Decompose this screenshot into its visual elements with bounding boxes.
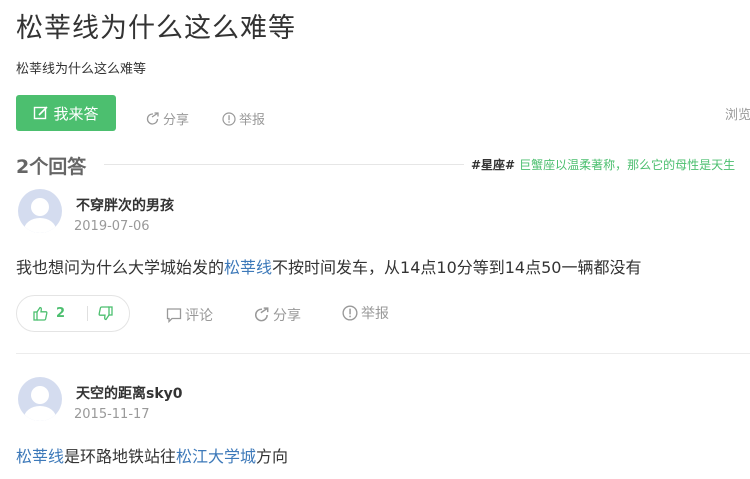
question-report-button[interactable]: 举报 bbox=[222, 109, 265, 128]
answer-date: 2019-07-06 bbox=[74, 219, 150, 234]
alert-icon bbox=[342, 305, 358, 321]
share-icon bbox=[254, 307, 269, 322]
tag-name: #星座# bbox=[471, 158, 516, 172]
downvote-button[interactable] bbox=[88, 306, 113, 321]
answer-button-label: 我来答 bbox=[53, 104, 99, 123]
page: 松莘线为什么这么难等 松莘线为什么这么难等 我来答 分享 举报 浏览 2个回答 … bbox=[0, 0, 750, 479]
answer-button[interactable]: 我来答 bbox=[16, 95, 116, 131]
question-share-label: 分享 bbox=[163, 113, 190, 128]
content-link[interactable]: 松莘线 bbox=[224, 258, 272, 277]
answer-share-label: 分享 bbox=[273, 308, 301, 324]
upvote-button[interactable]: 2 bbox=[17, 306, 87, 321]
answer-content: 我也想问为什么大学城始发的松莘线不按时间发车，从14点10分等到14点50一辆都… bbox=[16, 254, 641, 278]
comment-label: 评论 bbox=[185, 308, 213, 324]
browse-count: 浏览 bbox=[725, 108, 750, 123]
answer-text: 方向 bbox=[256, 447, 289, 466]
question-report-label: 举报 bbox=[239, 113, 266, 128]
header-divider bbox=[104, 164, 464, 165]
answer-divider bbox=[16, 353, 750, 354]
answer-username[interactable]: 不穿胖次的男孩 bbox=[76, 195, 174, 215]
comment-icon bbox=[166, 308, 182, 323]
thumbs-up-icon bbox=[33, 306, 48, 321]
content-link[interactable]: 松莘线 bbox=[16, 447, 64, 466]
answer-count: 2个回答 bbox=[16, 156, 87, 178]
upvote-count: 2 bbox=[56, 306, 66, 321]
answer-report-label: 举报 bbox=[361, 306, 389, 322]
avatar[interactable] bbox=[18, 189, 62, 233]
question-description: 松莘线为什么这么难等 bbox=[16, 62, 147, 77]
comment-button[interactable]: 评论 bbox=[166, 305, 213, 325]
avatar[interactable] bbox=[18, 377, 62, 421]
thumbs-down-icon bbox=[98, 306, 113, 321]
answer-text: 我也想问为什么大学城始发的 bbox=[16, 258, 225, 277]
topic-tag[interactable]: #星座# 巨蟹座以温柔著称，那么它的母性是天生 bbox=[471, 156, 735, 173]
answer-report-button[interactable]: 举报 bbox=[342, 303, 389, 323]
question-share-button[interactable]: 分享 bbox=[146, 109, 189, 128]
content-link[interactable]: 松江大学城 bbox=[176, 447, 256, 466]
vote-box: 2 bbox=[16, 295, 130, 332]
answer-text: 是环路地铁站往 bbox=[64, 447, 177, 466]
answer-username[interactable]: 天空的距离sky0 bbox=[76, 383, 183, 403]
answer-content: 松莘线是环路地铁站往松江大学城方向 bbox=[16, 443, 288, 467]
share-icon bbox=[146, 111, 159, 125]
answer-share-button[interactable]: 分享 bbox=[254, 305, 301, 325]
question-title: 松莘线为什么这么难等 bbox=[16, 13, 296, 44]
tag-text[interactable]: 巨蟹座以温柔著称，那么它的母性是天生 bbox=[519, 158, 735, 172]
edit-icon bbox=[34, 106, 49, 120]
answer-text: 不按时间发车，从14点10分等到14点50一辆都没有 bbox=[272, 258, 642, 277]
alert-icon bbox=[222, 111, 236, 126]
answer-date: 2015-11-17 bbox=[74, 407, 150, 422]
